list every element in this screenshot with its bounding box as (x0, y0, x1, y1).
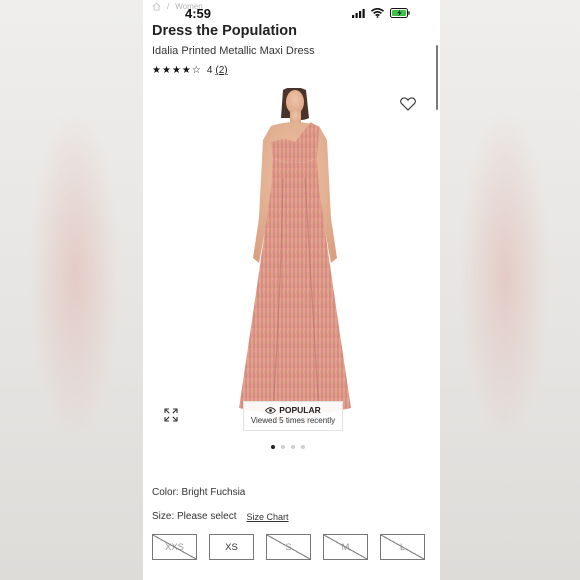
blurred-backdrop-left (0, 0, 143, 580)
size-option-xs[interactable]: XS (209, 534, 254, 560)
size-label: Size: Please select (152, 511, 237, 522)
expand-icon[interactable] (164, 408, 178, 422)
product-title: Idalia Printed Metallic Maxi Dress (152, 45, 315, 57)
status-bar: / Women 4:59 (143, 0, 440, 24)
popular-title: POPULAR (279, 405, 321, 415)
star-empty-icon: ☆ (191, 64, 201, 76)
eye-icon (265, 406, 277, 414)
size-row: Size: Please select Size Chart (152, 511, 289, 522)
status-time: 4:59 (185, 6, 212, 21)
star-filled-icon: ★ (181, 64, 191, 76)
carousel-dot[interactable] (271, 445, 275, 449)
product-page: / Women 4:59 Dress the Population Idalia… (143, 0, 440, 580)
size-option-l[interactable]: L (380, 534, 425, 560)
size-chart-link[interactable]: Size Chart (247, 511, 289, 522)
signal-icon (352, 8, 365, 18)
battery-icon (390, 8, 410, 18)
size-option-s[interactable]: S (266, 534, 311, 560)
dress-photo (239, 87, 351, 422)
carousel-dot[interactable] (301, 445, 305, 449)
status-icons (352, 8, 410, 18)
breadcrumb-separator: / (167, 2, 170, 11)
star-filled-icon: ★ (152, 64, 161, 76)
carousel-dot[interactable] (281, 445, 285, 449)
popular-subtitle: Viewed 5 times recently (250, 416, 336, 425)
brand-name[interactable]: Dress the Population (152, 23, 297, 39)
size-option-xxs[interactable]: XXS (152, 534, 197, 560)
star-filled-icon: ★ (171, 64, 181, 76)
home-icon[interactable] (152, 2, 161, 11)
popular-badge: POPULAR Viewed 5 times recently (243, 401, 343, 431)
carousel-dot[interactable] (291, 445, 295, 449)
size-options: XXS XS S M L (152, 534, 425, 560)
carousel-dots (271, 445, 305, 449)
product-image[interactable]: POPULAR Viewed 5 times recently (143, 87, 440, 436)
size-option-m[interactable]: M (323, 534, 368, 560)
blurred-backdrop-right (440, 0, 580, 580)
color-label: Color: Bright Fuchsia (152, 487, 246, 498)
heart-icon[interactable] (400, 97, 416, 111)
star-filled-icon: ★ (161, 64, 171, 76)
reviews-link[interactable]: (2) (215, 65, 227, 76)
product-rating[interactable]: ★ ★ ★ ★ ☆ 4 (2) (152, 65, 228, 76)
rating-value: 4 (206, 65, 213, 76)
wifi-icon (371, 8, 384, 18)
